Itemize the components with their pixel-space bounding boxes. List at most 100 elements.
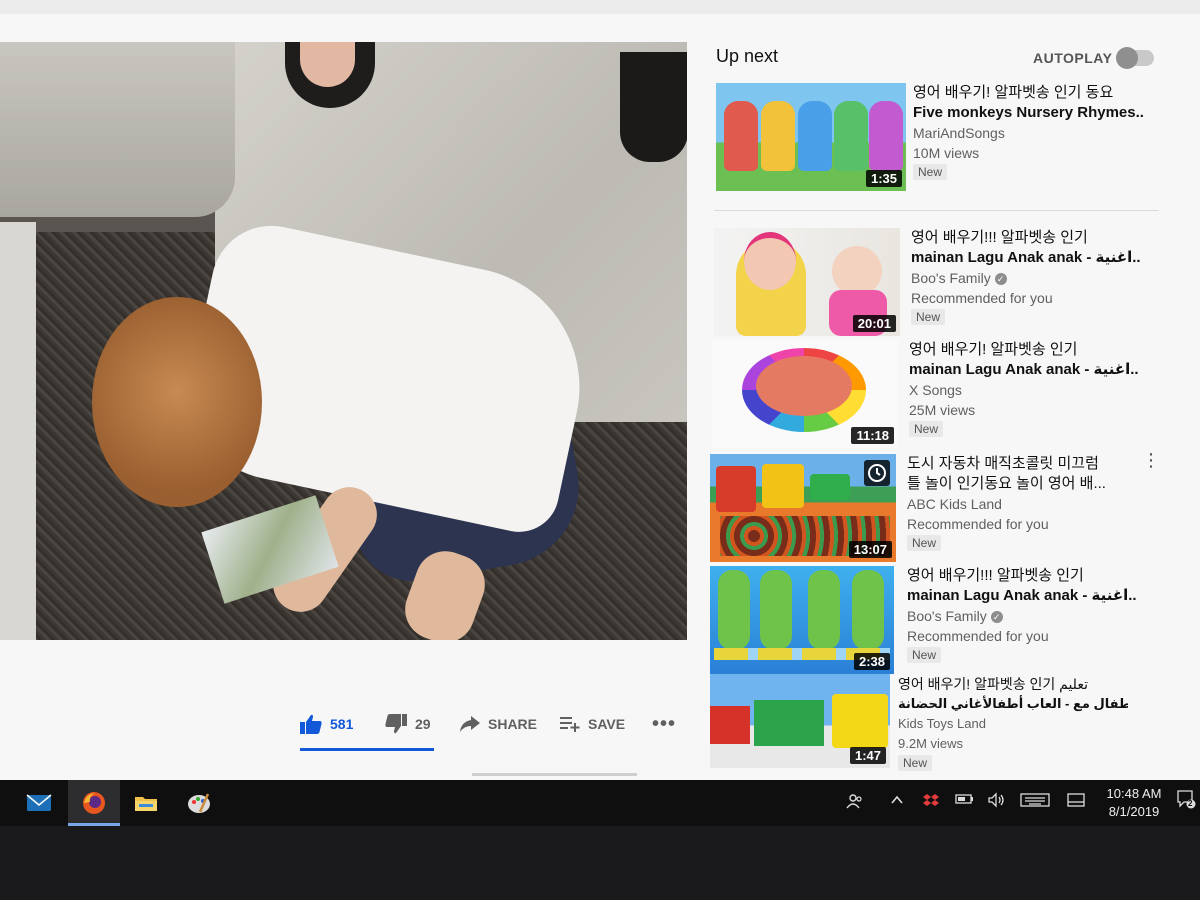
thumbnail-art bbox=[710, 706, 750, 744]
thumbnail-art bbox=[756, 356, 852, 416]
autoplay-toggle[interactable] bbox=[1116, 47, 1154, 69]
channel-name[interactable]: Kids Toys Land bbox=[898, 714, 1128, 734]
video-title-line1[interactable]: 영어 배우기!!! 알파벳송 인기 bbox=[907, 566, 1137, 586]
thumbnail-art bbox=[832, 246, 882, 296]
taskbar-active-underline bbox=[68, 823, 120, 826]
video-card[interactable]: 1:47 영어 배우기! 알파벳송 인기 تعليم الاطفال مع - … bbox=[710, 674, 1170, 780]
battery-icon[interactable] bbox=[955, 792, 975, 809]
thumbnail-art bbox=[718, 570, 750, 650]
new-badge: New bbox=[911, 309, 946, 325]
task-view-icon[interactable] bbox=[1067, 792, 1085, 811]
verified-check-icon: ✓ bbox=[990, 611, 1003, 624]
video-thumbnail[interactable]: 1:35 bbox=[716, 83, 906, 191]
video-title-line1[interactable]: 영어 배우기!!! 알파벳송 인기 bbox=[911, 228, 1141, 248]
video-card[interactable]: 2:38 영어 배우기!!! 알파벳송 인기 mainan Lagu Anak … bbox=[710, 566, 1170, 674]
video-thumbnail[interactable]: 20:01 bbox=[714, 228, 900, 336]
channel-name-text: Boo's Family bbox=[911, 270, 991, 286]
video-duration: 13:07 bbox=[848, 541, 892, 558]
touch-keyboard-icon[interactable] bbox=[1020, 792, 1050, 811]
people-icon[interactable] bbox=[846, 792, 864, 813]
video-thumbnail[interactable]: 1:47 bbox=[710, 674, 890, 768]
thumbnail-art bbox=[852, 570, 884, 650]
taskbar-clock-time[interactable]: 10:48 AM bbox=[1104, 786, 1164, 801]
up-next-sidebar: Up next AUTOPLAY 1:35 영어 배우기! 알파벳송 인기 동요… bbox=[700, 40, 1200, 780]
share-button[interactable]: SHARE bbox=[460, 708, 537, 740]
channel-name[interactable]: Boo's Family ✓ bbox=[911, 268, 1141, 288]
channel-name[interactable]: X Songs bbox=[909, 380, 1139, 400]
video-info: 25M views bbox=[909, 402, 976, 418]
dropbox-icon[interactable] bbox=[922, 792, 940, 813]
video-card[interactable]: 1:35 영어 배우기! 알파벳송 인기 동요 Five monkeys Nur… bbox=[716, 83, 1176, 191]
video-frame-sandal bbox=[620, 52, 687, 162]
show-hidden-icons-chevron-icon[interactable] bbox=[889, 792, 905, 811]
thumbnail-art bbox=[834, 101, 868, 171]
video-duration: 2:38 bbox=[853, 653, 890, 670]
playlist-add-icon bbox=[560, 717, 580, 732]
thumbnail-art bbox=[762, 464, 804, 508]
video-meta: 도시 자동차 매직초콜릿 미끄럼 틀 놀이 인기동요 놀이 영어 배... AB… bbox=[907, 454, 1137, 552]
file-explorer-icon[interactable] bbox=[133, 790, 159, 816]
video-meta: 영어 배우기! 알파벳송 인기 동요 Five monkeys Nursery … bbox=[913, 83, 1143, 181]
video-info: 10M views bbox=[913, 145, 980, 161]
video-thumbnail[interactable]: 13:07 bbox=[710, 454, 896, 562]
watch-later-button[interactable] bbox=[864, 460, 890, 486]
more-dots-icon: ••• bbox=[652, 712, 677, 735]
new-badge: New bbox=[907, 535, 942, 551]
like-button[interactable]: 581 bbox=[300, 708, 353, 740]
video-thumbnail[interactable]: 11:18 bbox=[712, 340, 898, 448]
save-button[interactable]: SAVE bbox=[560, 708, 625, 740]
video-title-line1[interactable]: 영어 배우기! 알파벳송 인기 تعليم bbox=[898, 674, 1128, 694]
video-title-line1[interactable]: 영어 배우기! 알파벳송 인기 동요 bbox=[913, 83, 1143, 103]
video-title-line2[interactable]: mainan Lagu Anak anak - اغنية... bbox=[909, 360, 1139, 380]
channel-name[interactable]: Boo's Family ✓ bbox=[907, 606, 1137, 626]
video-info: Recommended for you bbox=[907, 516, 1049, 532]
video-title-line2[interactable]: mainan Lagu Anak anak - اغنية... bbox=[911, 248, 1141, 268]
up-next-heading: Up next bbox=[716, 46, 779, 66]
like-count: 581 bbox=[330, 716, 354, 732]
more-actions-button[interactable]: ••• bbox=[652, 708, 676, 740]
volume-icon[interactable] bbox=[987, 792, 1007, 811]
channel-name[interactable]: MariAndSongs bbox=[913, 123, 1143, 143]
video-card[interactable]: 20:01 영어 배우기!!! 알파벳송 인기 mainan Lagu Anak… bbox=[714, 228, 1174, 336]
autoplay-toggle-knob bbox=[1116, 47, 1138, 69]
video-card[interactable]: 13:07 도시 자동차 매직초콜릿 미끄럼 틀 놀이 인기동요 놀이 영어 배… bbox=[710, 451, 1170, 562]
video-title-line1[interactable]: 도시 자동차 매직초콜릿 미끄럼 bbox=[907, 454, 1137, 474]
video-card[interactable]: 11:18 영어 배우기! 알파벳송 인기 mainan Lagu Anak a… bbox=[712, 340, 1172, 448]
verified-check-icon: ✓ bbox=[994, 273, 1007, 286]
video-title-line2[interactable]: 틀 놀이 인기동요 놀이 영어 배... bbox=[907, 474, 1137, 494]
video-duration: 20:01 bbox=[852, 315, 896, 332]
dislike-button[interactable]: 29 bbox=[385, 708, 431, 740]
windows-taskbar: 10:48 AM 8/1/2019 2 bbox=[0, 780, 1200, 826]
thumbnail-art bbox=[754, 700, 824, 746]
video-info: 9.2M views bbox=[898, 736, 964, 751]
video-thumbnail[interactable]: 2:38 bbox=[710, 566, 894, 674]
video-meta: 영어 배우기!!! 알파벳송 인기 mainan Lagu Anak anak … bbox=[911, 228, 1141, 326]
action-center-icon[interactable]: 2 bbox=[1176, 788, 1196, 813]
taskbar-clock-date[interactable]: 8/1/2019 bbox=[1104, 804, 1164, 819]
video-duration: 1:47 bbox=[849, 747, 886, 764]
thumbnail-art bbox=[716, 466, 756, 512]
browser-top-edge bbox=[0, 0, 1200, 14]
mail-app-icon[interactable] bbox=[26, 790, 52, 816]
autoplay-label: AUTOPLAY bbox=[1033, 50, 1113, 66]
browser-screen: 581 29 SHARE SAVE ••• Up next AUTOPLAY 1… bbox=[0, 0, 1200, 780]
paint-app-icon[interactable] bbox=[186, 790, 212, 816]
more-options-kebab-icon[interactable]: ⋮ bbox=[1142, 451, 1160, 469]
video-title-line1[interactable]: 영어 배우기! 알파벳송 인기 bbox=[909, 340, 1139, 360]
page-scroll-indicator bbox=[472, 773, 637, 776]
video-info: Recommended for you bbox=[907, 628, 1049, 644]
video-duration: 11:18 bbox=[851, 427, 894, 444]
video-player[interactable] bbox=[0, 42, 687, 640]
thumbnail-art bbox=[724, 101, 758, 171]
video-title-line2[interactable]: mainan Lagu Anak anak - اغنية... bbox=[907, 586, 1137, 606]
save-label: SAVE bbox=[588, 716, 626, 732]
video-meta: 영어 배우기!!! 알파벳송 인기 mainan Lagu Anak anak … bbox=[907, 566, 1137, 664]
video-title-line2[interactable]: الاطفال مع - العاب أطفالأغاني الحضانة... bbox=[898, 694, 1128, 714]
channel-name[interactable]: ABC Kids Land bbox=[907, 494, 1137, 514]
video-title-line2[interactable]: Five monkeys Nursery Rhymes... bbox=[913, 103, 1143, 123]
video-frame-child-head bbox=[92, 297, 262, 507]
new-badge: New bbox=[898, 755, 933, 771]
firefox-icon[interactable] bbox=[81, 790, 107, 816]
dislike-count: 29 bbox=[415, 716, 431, 732]
share-arrow-icon bbox=[460, 716, 480, 732]
